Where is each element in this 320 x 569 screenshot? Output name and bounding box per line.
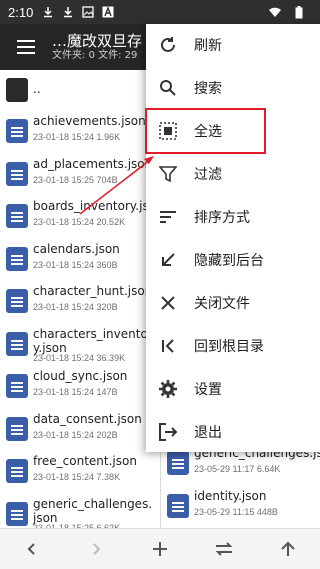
file-name: calendars.json <box>33 241 120 256</box>
search-icon <box>150 79 186 97</box>
file-meta: 23-01-18 15:24 36.39K <box>33 352 126 363</box>
close-icon <box>150 295 186 311</box>
menu-item-label: 回到根目录 <box>194 339 264 355</box>
document-icon <box>167 451 189 475</box>
hide-to-background-icon <box>150 252 186 268</box>
gear-icon <box>150 379 186 399</box>
file-name: achievements.json <box>33 114 146 128</box>
file-row[interactable]: ad_placements.json 23-01-18 15:25 704B <box>0 153 160 195</box>
image-icon <box>81 5 95 19</box>
file-name: cloud_sync.json <box>33 369 128 383</box>
battery-icon <box>292 5 306 19</box>
file-row[interactable]: free_content.json 23-01-18 15:24 7.38K <box>0 450 160 492</box>
document-icon <box>6 289 28 313</box>
file-row[interactable]: generic_challenges.json 23-01-18 15:25 6.… <box>0 493 160 528</box>
file-meta: 23-01-18 15:24 1.96K <box>33 132 121 142</box>
document-icon <box>6 501 28 526</box>
hamburger-menu-button[interactable] <box>0 24 52 70</box>
forward-button[interactable] <box>76 529 116 569</box>
status-bar: 2:10 <box>0 0 320 24</box>
file-meta: 23-01-18 15:25 704B <box>33 174 118 185</box>
status-time: 2:10 <box>8 4 34 20</box>
file-meta: 23-05-29 11:17 6.64K <box>194 464 281 474</box>
menu-item-label: 过滤 <box>194 167 222 183</box>
file-name: identity.json <box>194 488 267 503</box>
file-row[interactable]: boards_inventory.json 23-01-18 15:24 20.5… <box>0 195 164 237</box>
file-row[interactable]: cloud_sync.json 23-01-18 15:24 147B <box>0 365 160 407</box>
menu-item-label: 设置 <box>194 382 222 398</box>
menu-item-filter[interactable]: 过滤 <box>146 153 320 195</box>
file-name: ad_placements.json <box>33 156 153 171</box>
file-name: generic_challenges.json <box>33 496 153 525</box>
menu-item-hide-to-background[interactable]: 隐藏到后台 <box>146 239 320 281</box>
document-icon <box>6 331 28 356</box>
menu-item-label: 刷新 <box>194 38 222 54</box>
parent-folder-row[interactable]: .. <box>0 70 160 112</box>
overflow-menu: 刷新 搜索 全选 过滤 排序方式 隐藏到后台 关闭文件 回到根目录 设置 退出 <box>146 24 320 452</box>
bottom-nav <box>0 528 320 569</box>
file-row[interactable]: identity.json 23-05-29 11:15 448B <box>161 485 320 527</box>
go-to-root-icon <box>150 338 186 354</box>
file-meta: 23-01-18 15:24 360B <box>33 259 118 270</box>
file-meta: 23-01-18 15:24 20.52K <box>33 217 126 227</box>
document-icon <box>6 119 28 143</box>
file-name: free_content.json <box>33 454 137 468</box>
download-icon <box>61 5 75 19</box>
file-meta: 23-01-18 15:24 147B <box>33 387 118 397</box>
file-row[interactable]: data_consent.json 23-01-18 15:24 202B <box>0 408 160 450</box>
add-icon <box>153 542 167 556</box>
file-meta: 23-01-18 15:24 202B <box>33 429 118 440</box>
parent-folder-label: .. <box>33 82 41 96</box>
file-name: boards_inventory.json <box>33 199 164 213</box>
file-meta: 23-01-18 15:24 320B <box>33 302 118 312</box>
document-icon <box>6 374 28 398</box>
document-icon <box>167 493 189 518</box>
document-icon <box>6 161 28 186</box>
up-button[interactable] <box>268 529 308 569</box>
menu-item-label: 关闭文件 <box>194 296 250 312</box>
a-badge-icon <box>101 5 115 19</box>
hamburger-icon <box>17 40 35 54</box>
document-icon <box>6 459 28 483</box>
document-icon <box>6 416 28 441</box>
download-icon <box>41 5 55 19</box>
document-icon <box>6 246 28 271</box>
file-row[interactable]: calendars.json 23-01-18 15:24 360B <box>0 238 160 280</box>
menu-item-exit[interactable]: 退出 <box>146 411 320 453</box>
file-meta: 23-01-18 15:24 7.38K <box>33 472 121 482</box>
menu-item-label: 搜索 <box>194 81 222 97</box>
swap-button[interactable] <box>204 529 244 569</box>
back-icon <box>27 543 35 555</box>
exit-icon <box>150 423 186 441</box>
swap-icon <box>215 542 233 556</box>
back-button[interactable] <box>12 529 52 569</box>
wifi-icon <box>268 5 282 19</box>
menu-item-sort[interactable]: 排序方式 <box>146 196 320 238</box>
file-name: data_consent.json <box>33 411 142 426</box>
document-icon <box>6 204 28 228</box>
menu-item-label: 排序方式 <box>194 210 250 226</box>
menu-item-search[interactable]: 搜索 <box>146 67 320 109</box>
menu-item-refresh[interactable]: 刷新 <box>146 24 320 66</box>
add-button[interactable] <box>140 529 180 569</box>
file-row[interactable]: character_hunt.json 23-01-18 15:24 320B <box>0 280 160 322</box>
folder-icon <box>6 78 28 102</box>
menu-item-go-to-root[interactable]: 回到根目录 <box>146 325 320 367</box>
up-icon <box>281 541 295 556</box>
sort-icon <box>150 210 186 224</box>
menu-item-label: 隐藏到后台 <box>194 253 264 269</box>
annotation-highlight-box <box>145 108 266 154</box>
file-meta: 23-05-29 11:15 448B <box>194 506 278 517</box>
file-row[interactable]: achievements.json 23-01-18 15:24 1.96K <box>0 110 160 152</box>
menu-item-label: 退出 <box>194 425 222 441</box>
left-pane: .. achievements.json 23-01-18 15:24 1.96K… <box>0 70 164 528</box>
refresh-icon <box>150 36 186 54</box>
file-name: characters_inventory.json <box>33 326 153 355</box>
file-row[interactable]: characters_inventory.json 23-01-18 15:24 … <box>0 323 160 365</box>
forward-icon <box>93 543 101 555</box>
menu-item-close-file[interactable]: 关闭文件 <box>146 282 320 324</box>
filter-icon <box>150 165 186 183</box>
file-name: character_hunt.json <box>33 284 153 298</box>
menu-item-settings[interactable]: 设置 <box>146 368 320 410</box>
